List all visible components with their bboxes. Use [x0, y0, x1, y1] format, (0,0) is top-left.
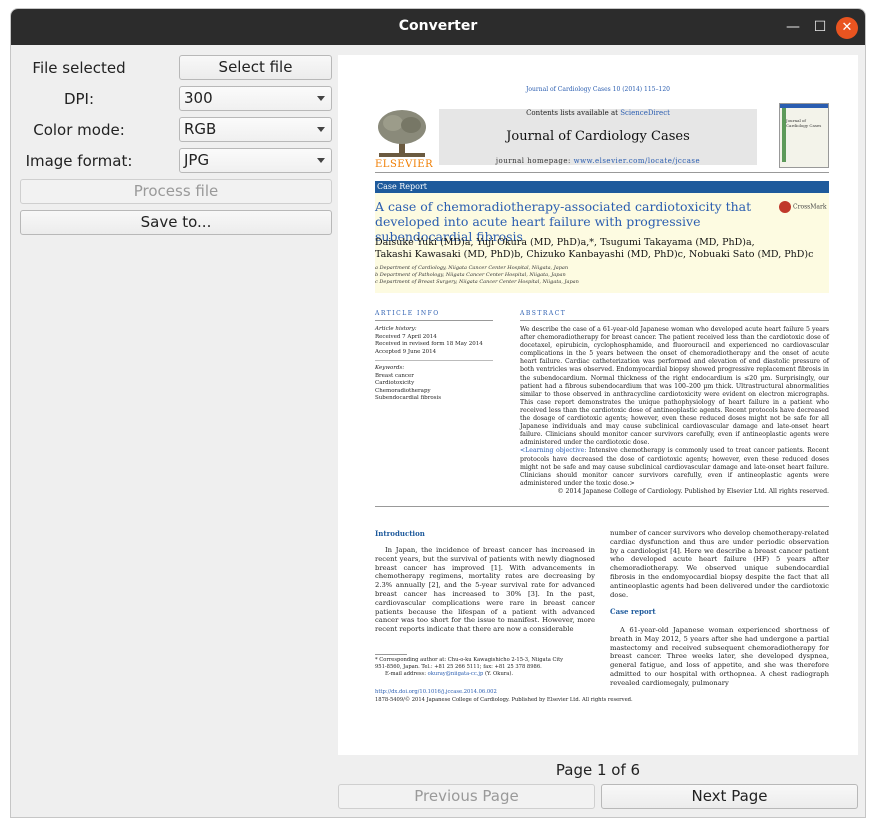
elsevier-logo-text: ELSEVIER	[375, 159, 434, 170]
file-selected-label: File selected	[32, 59, 126, 77]
issn-line: 1878-5409/© 2014 Japanese College of Car…	[375, 697, 633, 703]
corresponding-author-footnote: * Corresponding author at: Chu-o-ku Kawa…	[375, 657, 564, 677]
right-column-text: number of cancer survivors who develop c…	[610, 529, 829, 599]
dpi-value: 300	[184, 89, 213, 107]
chevron-down-icon	[317, 158, 325, 163]
color-mode-select[interactable]: RGB	[179, 117, 332, 142]
previous-page-button[interactable]: Previous Page	[338, 784, 595, 809]
pdf-page: Journal of Cardiology Cases 10 (2014) 11…	[338, 55, 858, 755]
converter-window: Converter — ☐ ✕ File selected Select fil…	[10, 8, 866, 818]
abstract-heading: ABSTRACT	[520, 310, 567, 317]
introduction-text: In Japan, the incidence of breast cancer…	[375, 546, 595, 634]
image-format-value: JPG	[184, 151, 210, 169]
affiliations: a Department of Cardiology, Niigata Canc…	[375, 265, 579, 285]
maximize-icon[interactable]: ☐	[808, 15, 832, 39]
crossmark-icon	[779, 201, 791, 213]
journal-cover-image: Journal of Cardiology Cases	[779, 103, 829, 168]
author-list: Daisuke Yuki (MD)a, Yuji Okura (MD, PhD)…	[375, 237, 814, 260]
journal-homepage: journal homepage: www.elsevier.com/locat…	[495, 157, 701, 165]
image-format-label: Image format:	[25, 152, 133, 170]
color-mode-value: RGB	[184, 120, 217, 138]
close-icon[interactable]: ✕	[836, 17, 858, 39]
color-mode-label: Color mode:	[33, 121, 125, 139]
crossmark-badge[interactable]: CrossMark	[779, 201, 826, 213]
select-file-button[interactable]: Select file	[179, 55, 332, 80]
article-info-heading: ARTICLE INFO	[375, 310, 440, 317]
chevron-down-icon	[317, 96, 325, 101]
abstract-copyright: © 2014 Japanese College of Cardiology. P…	[557, 488, 829, 495]
article-info: Article history: Received 7 April 2014 R…	[375, 326, 495, 403]
abstract-body: We describe the case of a 61-year-old Ja…	[520, 326, 829, 487]
title-bar: Converter — ☐ ✕	[11, 9, 865, 45]
process-file-button[interactable]: Process file	[20, 179, 332, 204]
journal-homepage-link[interactable]: www.elsevier.com/locate/jccase	[574, 157, 701, 165]
minimize-icon[interactable]: —	[781, 15, 805, 39]
page-preview: Journal of Cardiology Cases 10 (2014) 11…	[338, 55, 858, 755]
case-report-text: A 61-year-old Japanese woman experienced…	[610, 626, 829, 687]
window-title: Converter	[398, 18, 478, 34]
next-page-button[interactable]: Next Page	[601, 784, 858, 809]
image-format-select[interactable]: JPG	[179, 148, 332, 173]
journal-reference: Journal of Cardiology Cases 10 (2014) 11…	[526, 86, 670, 93]
dpi-select[interactable]: 300	[179, 86, 332, 111]
introduction-heading: Introduction	[375, 529, 425, 538]
article-type-band: Case Report	[375, 181, 829, 193]
chevron-down-icon	[317, 127, 325, 132]
elsevier-tree-logo	[375, 107, 429, 167]
sciencedirect-link[interactable]: ScienceDirect	[620, 109, 670, 117]
save-to-button[interactable]: Save to...	[20, 210, 332, 235]
contents-line: Contents lists available at ScienceDirec…	[526, 109, 670, 117]
doi-block: http://dx.doi.org/10.1016/j.jccase.2014.…	[375, 688, 675, 704]
doi-link[interactable]: http://dx.doi.org/10.1016/j.jccase.2014.…	[375, 688, 675, 696]
journal-header-box: Contents lists available at ScienceDirec…	[439, 109, 757, 165]
case-report-heading: Case report	[610, 607, 656, 616]
cover-title: Journal of Cardiology Cases	[786, 118, 822, 128]
journal-name: Journal of Cardiology Cases	[506, 129, 690, 144]
learning-objective-label: <Learning objective:	[520, 447, 587, 455]
page-indicator: Page 1 of 6	[555, 761, 641, 779]
header-divider	[375, 172, 829, 173]
author-email-link[interactable]: okuray@niigata-cc.jp	[428, 671, 484, 677]
dpi-label: DPI:	[63, 90, 95, 108]
